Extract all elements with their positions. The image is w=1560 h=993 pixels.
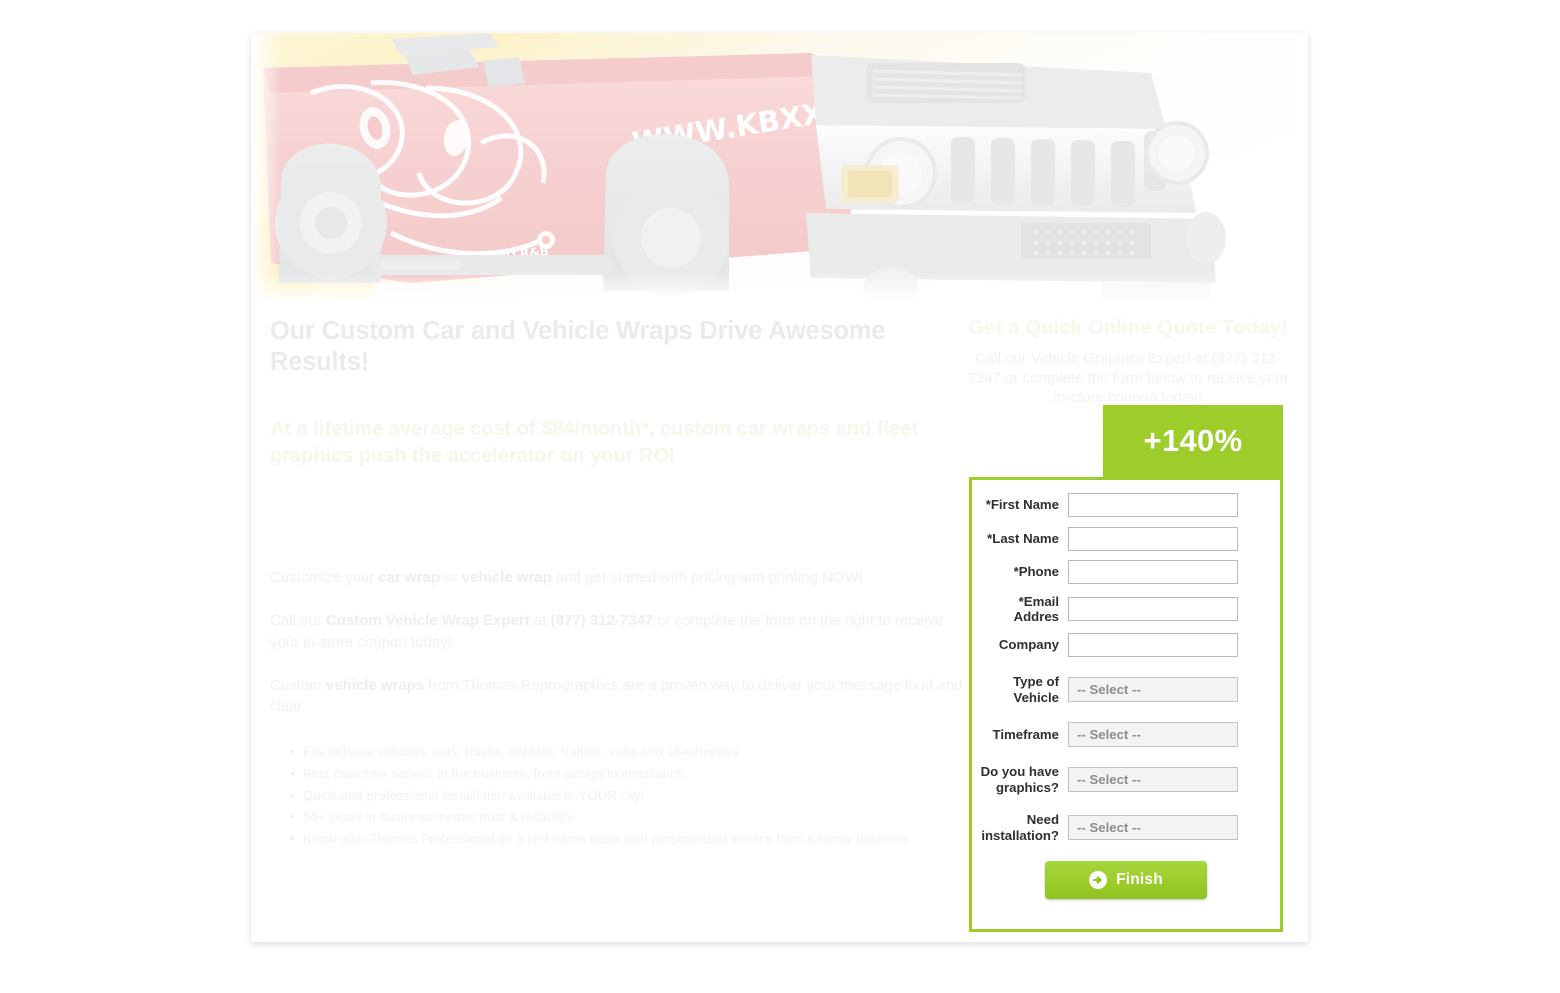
phone-label: *Phone <box>1013 564 1059 580</box>
sub-headline: At a lifetime average cost of $84/month*… <box>270 418 918 467</box>
first-name-input[interactable] <box>1068 493 1238 517</box>
list-item: Know your Thomas Professional on a first… <box>291 830 970 852</box>
form-row-type-of-vehicle: Type of Vehicle -- Select -- <box>972 674 1266 705</box>
form-row-have-graphics: Do you have graphics? -- Select -- <box>972 764 1266 795</box>
email-input[interactable] <box>1068 596 1238 621</box>
form-row-last-name: *Last Name <box>972 526 1266 551</box>
have-graphics-select[interactable]: -- Select -- <box>1068 767 1238 793</box>
need-installation-select[interactable]: -- Select -- <box>1068 815 1238 841</box>
form-row-need-installation: Need installation? -- Select -- <box>972 812 1266 843</box>
last-name-label: *Last Name <box>987 530 1059 546</box>
para1-part2: or <box>440 569 462 586</box>
paragraph-thomas-repro: Custom vehicle wraps from Thomas Reprogr… <box>270 675 970 718</box>
hero-vehicle-wrap-image: WWW.KBXX.COM HIP-HOP AND R&B <box>251 33 1308 306</box>
para1-bold-car-wrap: car wrap <box>378 569 441 586</box>
type-of-vehicle-value: -- Select -- <box>1077 682 1141 698</box>
have-graphics-value: -- Select -- <box>1077 772 1141 788</box>
paragraph-call-expert: Call our Custom Vehicle Wrap Expert at (… <box>270 610 970 653</box>
form-row-email: *Email Addres <box>972 594 1266 624</box>
roi-badge-value: +140% <box>1143 423 1243 458</box>
para2-bold-phone: (877) 312-7347 <box>550 612 654 630</box>
paragraph-customize: Customize your car wrap or vehicle wrap … <box>270 567 970 588</box>
type-of-vehicle-label: Type of Vehicle <box>1013 674 1059 705</box>
company-input[interactable] <box>1068 633 1238 658</box>
finish-button[interactable]: Finish <box>1045 860 1207 899</box>
roi-badge: +140% <box>1103 405 1283 477</box>
phone-input[interactable] <box>1068 560 1238 584</box>
para3-bold-vehicle-wraps: vehicle wraps <box>325 676 425 694</box>
quote-request-form: *First Name *Last Name *Phone *Email Add… <box>969 477 1283 932</box>
company-label: Company <box>998 637 1059 653</box>
benefits-list: Fits delivery vehicles, cars, trucks, bo… <box>270 743 970 851</box>
para2-part1: Call our <box>270 612 326 630</box>
form-row-timeframe: Timeframe -- Select -- <box>972 722 1266 748</box>
submit-row: Finish <box>972 860 1266 899</box>
para1-bold-vehicle-wrap: vehicle wrap <box>461 569 552 586</box>
page-title: Our Custom Car and Vehicle Wraps Drive A… <box>270 317 886 377</box>
first-name-label: *First Name <box>985 497 1059 513</box>
have-graphics-label: Do you have graphics? <box>980 764 1059 795</box>
para2-bold-expert: Custom Vehicle Wrap Expert <box>325 612 530 630</box>
finish-button-label: Finish <box>1116 870 1163 888</box>
arrow-right-circle-icon <box>1089 870 1108 889</box>
form-row-company: Company <box>972 633 1266 658</box>
timeframe-label: Timeframe <box>992 726 1059 742</box>
list-item: Quick and professional installation avai… <box>291 787 970 809</box>
para1-part1: Customize your <box>270 569 379 586</box>
list-item: Best customer service in the business, f… <box>291 765 970 787</box>
type-of-vehicle-select[interactable]: -- Select -- <box>1068 677 1238 703</box>
last-name-input[interactable] <box>1068 526 1238 551</box>
left-content-column: Our Custom Car and Vehicle Wraps Drive A… <box>270 316 970 851</box>
para1-part3: and get started with pricing and printin… <box>551 569 863 586</box>
para3-part1: Custom <box>270 676 326 694</box>
para2-part2: at <box>529 612 551 630</box>
timeframe-value: -- Select -- <box>1077 727 1141 743</box>
email-label: *Email Addres <box>1013 593 1059 624</box>
right-quote-column: Get a Quick Online Quote Today! Call our… <box>967 316 1289 408</box>
need-installation-label: Need installation? <box>981 812 1059 843</box>
form-row-phone: *Phone <box>972 560 1266 584</box>
list-item: 50+ years in business means trust & reli… <box>291 808 970 830</box>
quote-subtitle: Call our Vehicle Graphics Expert at (877… <box>967 349 1289 407</box>
list-item: Fits delivery vehicles, cars, trucks, bo… <box>291 743 970 765</box>
form-row-first-name: *First Name <box>972 493 1266 517</box>
timeframe-select[interactable]: -- Select -- <box>1068 722 1238 748</box>
quote-title: Get a Quick Online Quote Today! <box>968 316 1288 339</box>
need-installation-value: -- Select -- <box>1077 820 1141 836</box>
hero-banner: WWW.KBXX.COM HIP-HOP AND R&B <box>251 33 1308 306</box>
